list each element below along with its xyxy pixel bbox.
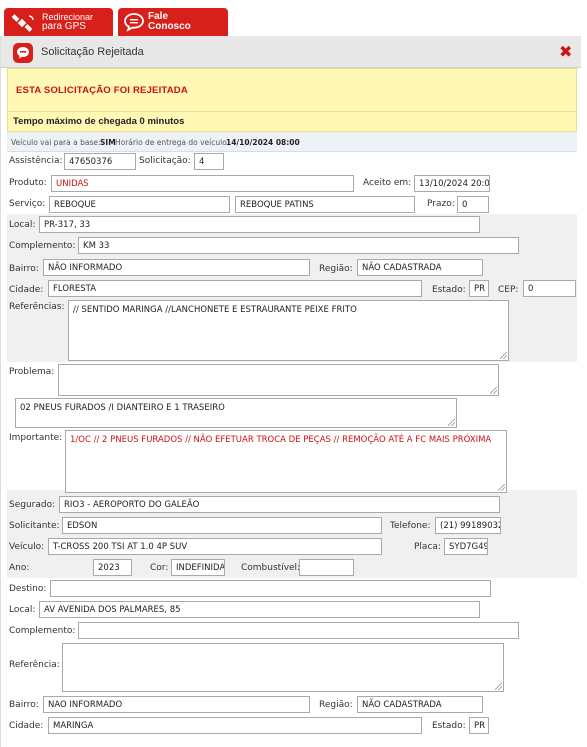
destino-referencia-label: Referência: — [9, 660, 60, 670]
destino-bairro-field[interactable]: NAO INFORMADO — [43, 696, 310, 713]
max-time-label: Tempo máximo de chegada 0 minutos — [13, 116, 185, 127]
base-value: SIM — [100, 138, 116, 147]
local-field[interactable]: PR-317, 33 — [39, 216, 480, 233]
dialog-titlebar: Solicitação Rejeitada ✖ — [1, 36, 581, 68]
rejection-message: ESTA SOLICITAÇÃO FOI REJEITADA — [16, 85, 188, 96]
destino-bairro-label: Bairro: — [9, 700, 39, 710]
gps-label-line2: para GPS — [42, 21, 86, 32]
satellite-icon — [11, 14, 34, 32]
resize-grip-icon[interactable] — [495, 683, 502, 690]
cep-label: CEP: — [498, 285, 519, 295]
assistencia-field[interactable]: 47650376 — [64, 153, 136, 170]
destino-local-label: Local: — [9, 605, 36, 615]
resize-grip-icon[interactable] — [490, 387, 497, 394]
segurado-field[interactable]: RIO3 - AEROPORTO DO GALEÃO — [59, 496, 500, 513]
max-time-bar: Tempo máximo de chegada 0 minutos — [7, 112, 577, 132]
importante-text: 1/OC // 2 PNEUS FURADOS // NÃO EFETUAR T… — [70, 435, 492, 445]
destino-estado-label: Estado: — [432, 721, 466, 731]
assistencia-label: Assistência: — [9, 156, 63, 166]
problema-detalhe-text: 02 PNEUS FURADOS /I DIANTEIRO E 1 TRASEI… — [20, 403, 225, 413]
importante-textarea[interactable]: 1/OC // 2 PNEUS FURADOS // NÃO EFETUAR T… — [65, 430, 507, 493]
destino-complemento-label: Complemento: — [9, 626, 76, 636]
destino-estado-field[interactable]: PR — [469, 717, 489, 734]
resize-grip-icon[interactable] — [448, 419, 455, 426]
aceito-field[interactable]: 13/10/2024 20:09 — [414, 175, 490, 192]
base-label: Veículo vai para a base: — [11, 138, 101, 147]
estado-label: Estado: — [432, 285, 466, 295]
bairro-label: Bairro: — [9, 264, 39, 274]
problema-label: Problema: — [9, 367, 55, 377]
placa-label: Placa: — [414, 542, 441, 552]
rejected-request-dialog: Solicitação Rejeitada ✖ ESTA SOLICITAÇÃO… — [0, 36, 581, 747]
delivery-value: 14/10/2024 08:00 — [226, 138, 300, 147]
veiculo-field[interactable]: T-CROSS 200 TSI AT 1.0 4P SUV — [48, 538, 382, 555]
destino-cidade-label: Cidade: — [9, 721, 44, 731]
importante-label: Importante: — [9, 433, 63, 443]
segurado-label: Segurado: — [9, 500, 56, 510]
referencias-textarea[interactable]: // SENTIDO MARINGA //LANCHONETE E ESTRAU… — [68, 300, 509, 361]
servico-label: Serviço: — [9, 199, 46, 209]
veiculo-label: Veículo: — [9, 542, 45, 552]
cor-label: Cor: — [150, 563, 169, 573]
solicitacao-label: Solicitação: — [139, 156, 191, 166]
resize-grip-icon[interactable] — [500, 352, 507, 359]
app-logo-icon — [13, 43, 33, 63]
complemento-label: Complemento: — [9, 241, 76, 251]
destino-cidade-field[interactable]: MARINGA — [48, 717, 422, 734]
info-bar: Veículo vai para a base: SIM Horário de … — [7, 132, 577, 152]
combustivel-label: Combustível: — [241, 563, 301, 573]
destino-field[interactable] — [50, 580, 491, 597]
ano-field[interactable]: 2023 — [93, 559, 132, 576]
telefone-label: Telefone: — [390, 521, 431, 531]
cidade-field[interactable]: FLORESTA — [48, 280, 422, 297]
regiao-field[interactable]: NÃO CADASTRADA — [357, 259, 483, 276]
problema-textarea[interactable] — [58, 364, 499, 396]
redirect-gps-button[interactable]: Redirecionar para GPS — [4, 8, 113, 36]
solicitacao-field[interactable]: 4 — [194, 153, 224, 170]
destino-label: Destino: — [9, 584, 47, 594]
contact-label-line2: Conosco — [148, 21, 191, 32]
combustivel-field[interactable] — [299, 559, 354, 576]
prazo-field[interactable]: 0 — [457, 196, 489, 213]
cidade-label: Cidade: — [9, 285, 44, 295]
servico-tipo-field[interactable]: REBOQUE PATINS — [235, 196, 415, 213]
destino-local-field[interactable]: AV AVENIDA DOS PALMARES, 85 — [39, 601, 480, 618]
estado-field[interactable]: PR — [469, 280, 489, 297]
produto-label: Produto: — [9, 178, 47, 188]
prazo-label: Prazo: — [427, 199, 455, 209]
placa-field[interactable]: SYD7G49 — [444, 538, 488, 555]
solicitante-label: Solicitante: — [9, 521, 60, 531]
destino-regiao-label: Região: — [319, 700, 353, 710]
produto-field[interactable]: UNIDAS — [51, 175, 354, 192]
solicitante-field[interactable]: EDSON — [62, 517, 382, 534]
ano-label: Ano: — [9, 563, 30, 573]
resize-grip-icon[interactable] — [498, 484, 505, 491]
telefone-field[interactable]: (21) 991890320 — [435, 517, 501, 534]
destino-referencia-textarea[interactable] — [62, 643, 504, 692]
close-icon[interactable]: ✖ — [559, 42, 572, 61]
complemento-field[interactable]: KM 33 — [78, 237, 519, 254]
referencias-label: Referências: — [9, 302, 65, 312]
regiao-label: Região: — [319, 264, 353, 274]
delivery-label: Horário de entrega do veículo — [115, 138, 227, 147]
destino-complemento-field[interactable] — [78, 622, 519, 639]
destino-regiao-field[interactable]: NÃO CADASTRADA — [357, 696, 483, 713]
contact-us-button[interactable]: Fale Conosco — [118, 8, 228, 36]
local-label: Local: — [9, 220, 36, 230]
dialog-title: Solicitação Rejeitada — [41, 46, 144, 58]
servico-field[interactable]: REBOQUE — [49, 196, 230, 213]
rejection-alert: ESTA SOLICITAÇÃO FOI REJEITADA — [7, 68, 577, 112]
problema-detalhe-textarea[interactable]: 02 PNEUS FURADOS /I DIANTEIRO E 1 TRASEI… — [15, 398, 457, 428]
cep-field[interactable]: 0 — [523, 280, 576, 297]
referencias-text: // SENTIDO MARINGA //LANCHONETE E ESTRAU… — [73, 305, 357, 315]
bairro-field[interactable]: NÃO INFORMADO — [43, 259, 310, 276]
cor-field[interactable]: INDEFINIDA — [171, 559, 225, 576]
chat-bubble-icon — [124, 13, 144, 32]
top-toolbar: Redirecionar para GPS Fale Conosco — [0, 0, 587, 36]
aceito-label: Aceito em: — [363, 178, 412, 188]
